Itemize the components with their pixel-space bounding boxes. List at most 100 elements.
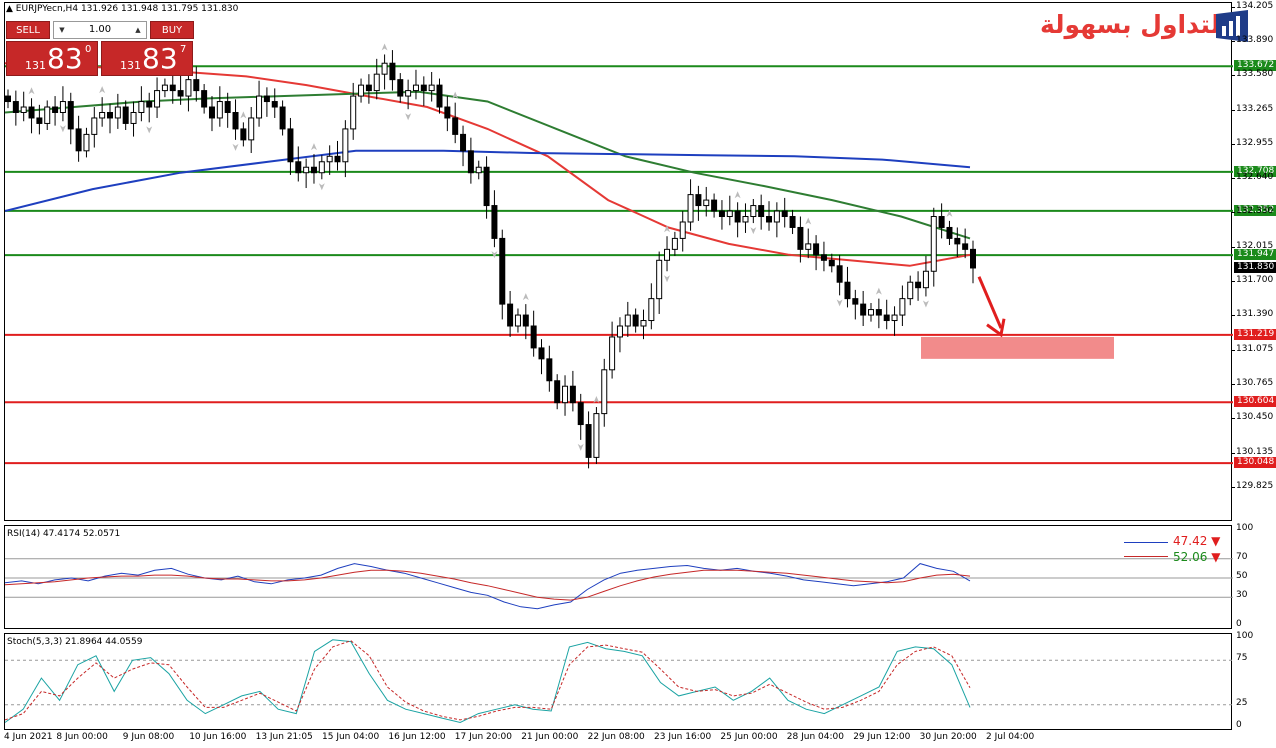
lot-increase-icon[interactable]: ▲ — [132, 22, 144, 38]
candle-body-91 — [718, 210, 725, 218]
stochastic-label: Stoch(5,3,3) 21.8964 44.0559 — [7, 637, 143, 647]
price-tick-10: 131.075 — [1236, 343, 1274, 354]
fractal-marker-icon-b40 — [318, 183, 325, 191]
fractal-marker-icon-48 — [381, 43, 388, 51]
fractal-marker-icon-b117 — [922, 300, 929, 308]
candle-body-73 — [577, 402, 584, 426]
candle-body-36 — [287, 128, 294, 163]
candle-body-3 — [28, 106, 35, 119]
candle-body-50 — [397, 79, 404, 97]
candle-body-62 — [491, 205, 498, 239]
fractal-marker-icon-b7 — [59, 125, 66, 133]
candle-body-93 — [734, 210, 741, 223]
candle-body-51 — [405, 90, 412, 97]
candle-body-34 — [271, 101, 278, 108]
candle-body-45 — [358, 84, 365, 97]
candle-body-117 — [922, 270, 929, 289]
candle-body-0 — [5, 95, 11, 103]
candle-body-77 — [609, 336, 616, 371]
rsi-pane[interactable] — [4, 525, 1233, 629]
price-tick-mark-5 — [1232, 178, 1235, 180]
sell-price-button[interactable]: 131 83 0 — [6, 41, 98, 76]
candle-body-119 — [938, 216, 945, 228]
date-label-3: 10 Jun 16:00 — [189, 732, 247, 742]
candle-body-26 — [208, 106, 215, 119]
candle-body-25 — [201, 90, 208, 108]
candle-body-55 — [436, 84, 443, 108]
main-price-pane[interactable] — [4, 2, 1233, 521]
candle-body-67 — [530, 325, 537, 349]
price-tick-mark-9 — [1232, 315, 1235, 317]
price-tick-9: 131.390 — [1236, 309, 1274, 320]
fractal-marker-icon-12 — [99, 86, 106, 94]
candle-body-43 — [342, 128, 349, 163]
candle-body-99 — [781, 210, 788, 218]
fractal-marker-icon-b18 — [146, 126, 153, 134]
candle-body-35 — [279, 106, 286, 130]
buy-price-button[interactable]: 131 83 7 — [101, 41, 193, 76]
collapse-triangle-icon[interactable]: ▲ — [6, 4, 13, 14]
lot-size-field[interactable]: ▼ 1.00 ▲ — [53, 21, 147, 39]
stoch-series-0 — [5, 639, 971, 724]
rsi-canvas — [5, 558, 1233, 610]
candle-body-7 — [59, 101, 66, 113]
candle-body-122 — [962, 243, 969, 250]
target-zone — [921, 336, 1114, 359]
candle-body-15 — [122, 106, 129, 124]
brand-logo: التداول بسهولة — [1040, 6, 1254, 46]
rsi-legend-swatch-1 — [1124, 556, 1168, 557]
price-tick-3: 133.265 — [1236, 103, 1274, 114]
stochastic-pane[interactable] — [4, 633, 1233, 730]
fractal-marker-icon-30 — [240, 111, 247, 119]
down-arrow-icon — [986, 318, 1006, 338]
buy-button[interactable]: BUY — [150, 21, 194, 39]
rsi-legend-value-1: 47.42 ▼ — [1173, 534, 1221, 548]
candle-body-115 — [907, 281, 914, 300]
candle-body-114 — [899, 298, 906, 316]
candle-body-75 — [593, 413, 600, 458]
candle-body-72 — [569, 385, 576, 404]
date-label-2: 9 Jun 08:00 — [122, 732, 175, 742]
candle-body-41 — [326, 155, 333, 163]
candle-body-46 — [365, 84, 372, 92]
candle-body-107 — [844, 281, 851, 300]
candle-body-60 — [475, 166, 482, 174]
chart-header: ▲ EURJPYecn,H4 131.926 131.948 131.795 1… — [6, 4, 238, 14]
date-label-14: 30 Jun 20:00 — [919, 732, 977, 742]
candle-body-63 — [499, 237, 506, 305]
candle-body-29 — [232, 111, 239, 130]
candle-body-58 — [460, 133, 467, 152]
sell-button[interactable]: SELL — [6, 21, 50, 39]
fractal-marker-icon-102 — [805, 217, 812, 225]
candle-body-44 — [350, 95, 357, 130]
candle-body-48 — [381, 62, 388, 75]
candle-body-98 — [773, 210, 780, 223]
candle-body-40 — [318, 161, 325, 174]
lot-decrease-icon[interactable]: ▼ — [56, 22, 68, 38]
price-tick-mark-2 — [1232, 75, 1235, 77]
candle-body-59 — [467, 150, 474, 174]
candle-body-112 — [883, 314, 890, 322]
price-tick-5: 132.640 — [1236, 172, 1274, 183]
candle-body-83 — [656, 259, 663, 300]
one-click-trading-panel: SELL ▼ 1.00 ▲ BUY 131 83 0 131 83 7 — [6, 21, 194, 76]
price-tick-mark-13 — [1232, 452, 1235, 454]
price-tick-mark-8 — [1232, 281, 1235, 283]
candle-body-33 — [263, 95, 270, 103]
date-label-7: 17 Jun 20:00 — [454, 732, 512, 742]
fractal-marker-icon-111 — [875, 287, 882, 295]
date-label-12: 28 Jun 04:00 — [786, 732, 844, 742]
candle-body-30 — [240, 128, 247, 141]
candle-body-118 — [930, 216, 937, 272]
date-label-1: 8 Jun 00:00 — [56, 732, 108, 742]
candle-body-14 — [114, 106, 121, 119]
candle-body-80 — [632, 314, 639, 327]
candle-body-79 — [624, 314, 631, 327]
candle-body-18 — [146, 101, 153, 108]
candle-body-23 — [185, 79, 192, 97]
candle-body-32 — [256, 95, 263, 119]
level-price-tag-5: 130.604 — [1234, 396, 1276, 408]
candle-body-1 — [12, 101, 19, 113]
candle-body-28 — [224, 101, 231, 113]
candle-body-49 — [389, 62, 396, 81]
